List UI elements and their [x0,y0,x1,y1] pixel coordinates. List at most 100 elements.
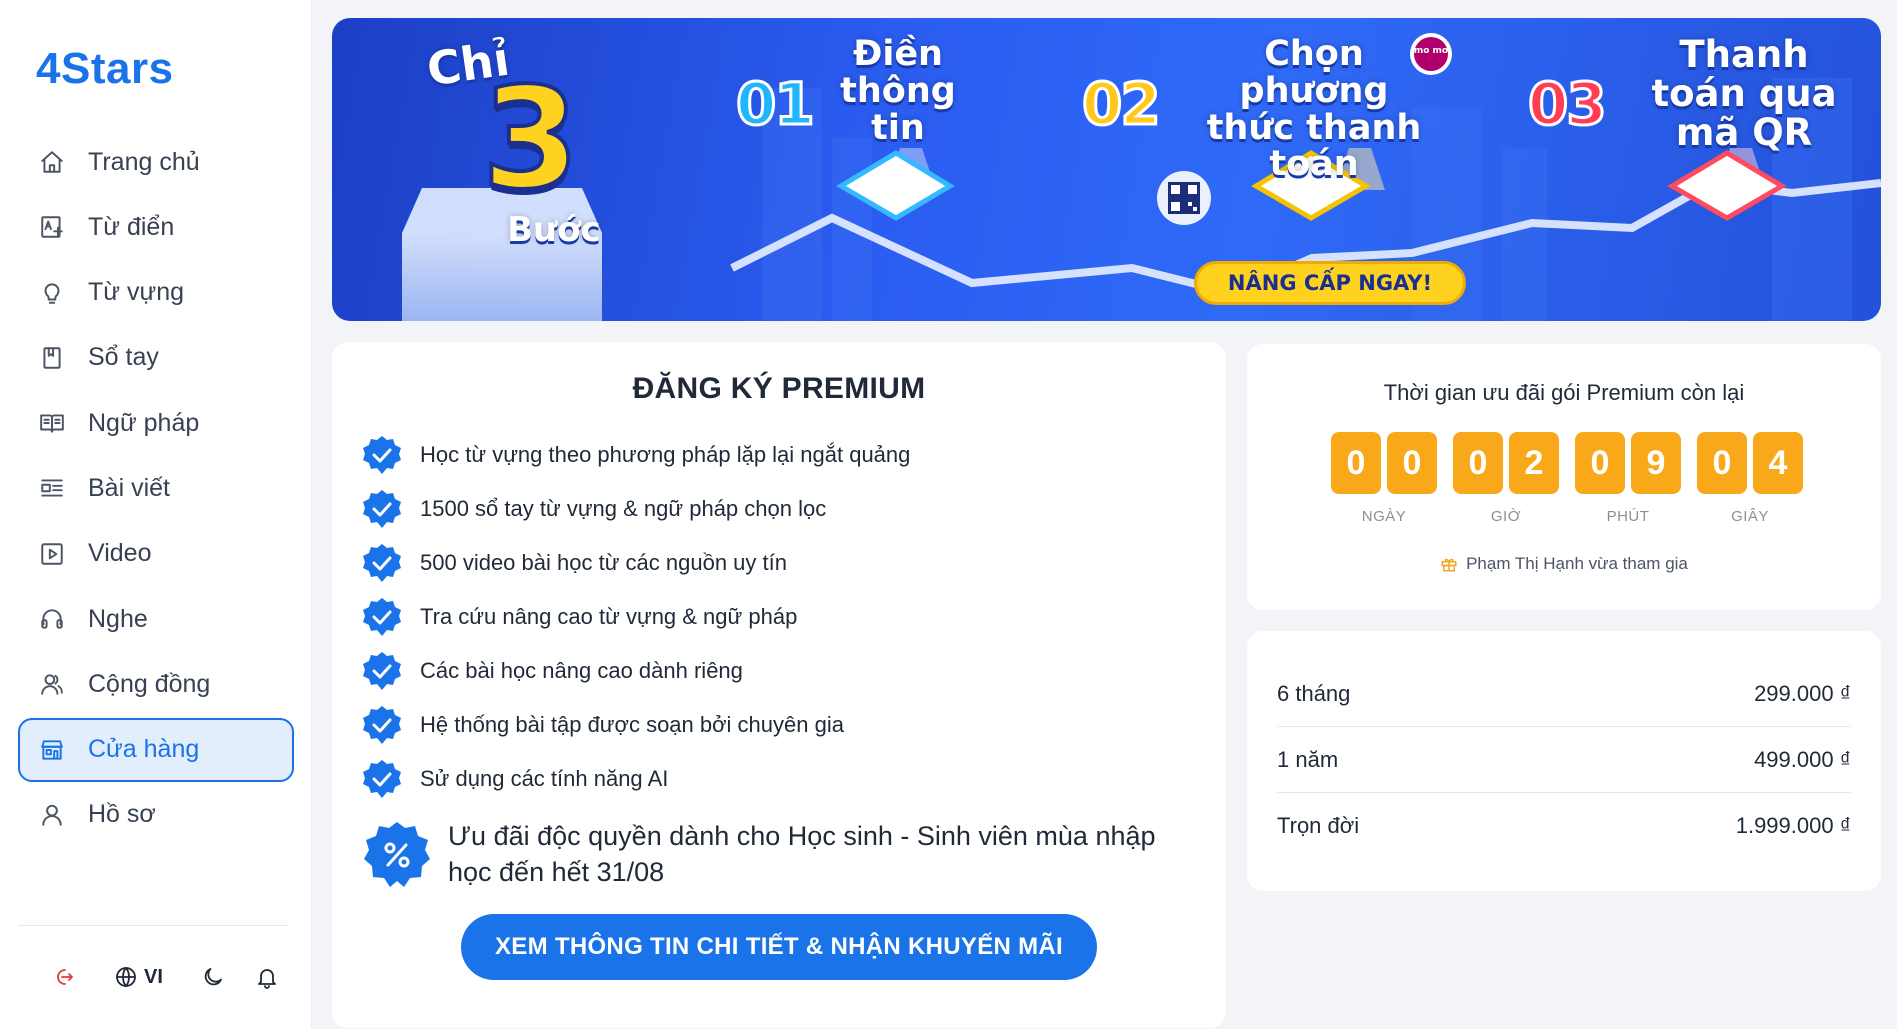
video-icon [38,540,66,568]
benefit-list: Học từ vựng theo phương pháp lặp lại ngắ… [362,428,910,806]
countdown-card: Thời gian ưu đãi gói Premium còn lại 0 0… [1247,344,1881,610]
countdown-digit: 0 [1697,432,1747,494]
theme-toggle-button[interactable] [193,957,233,997]
promo-banner[interactable]: mo mo Chỉ 3 Bước 01 Điền thông tin 02 Ch… [332,18,1881,321]
notifications-button[interactable] [247,957,287,997]
countdown-digit: 9 [1631,432,1681,494]
sidebar-item-vocabulary[interactable]: Từ vựng [18,261,294,325]
sidebar-item-home[interactable]: Trang chủ [18,130,294,194]
step-2-number: 02 [1081,69,1163,140]
user-icon [38,801,66,829]
countdown-digit: 0 [1453,432,1503,494]
sidebar-item-articles[interactable]: Bài viết [18,456,294,520]
notebook-icon [38,344,66,372]
recent-join-notice: Phạm Thị Hạnh vừa tham gia [1247,554,1881,574]
home-icon [38,148,66,176]
lightbulb-icon [38,279,66,307]
sidebar-item-label: Trang chủ [88,147,200,176]
countdown-minutes: 0 9 PHÚT [1575,432,1681,525]
view-details-button[interactable]: XEM THÔNG TIN CHI TIẾT & NHẬN KHUYẾN MÃI [461,914,1097,980]
headphones-icon [38,605,66,633]
check-badge-icon [363,706,401,744]
globe-icon [116,967,136,987]
banner-intro-bottom: Bước [507,210,601,250]
sidebar-item-label: Từ điển [88,212,175,241]
benefit-text: Hệ thống bài tập được soạn bởi chuyên gi… [420,712,844,737]
countdown-digit: 2 [1509,432,1559,494]
benefit-text: 1500 sổ tay từ vựng & ngữ pháp chọn lọc [420,496,827,521]
sidebar-item-label: Sổ tay [88,343,159,372]
countdown-days: 0 0 NGÀY [1331,432,1437,525]
plan-price: 499.000 ₫ [1754,746,1851,772]
sidebar-item-grammar[interactable]: Ngữ pháp [18,391,294,455]
community-icon [38,670,66,698]
sidebar-divider [18,925,289,926]
countdown-digit: 0 [1387,432,1437,494]
sidebar-item-label: Cộng đồng [88,669,211,698]
sidebar-item-profile[interactable]: Hồ sơ [18,783,294,847]
dictionary-icon [38,213,66,241]
language-button[interactable]: VI [114,957,163,997]
benefit-text: Sử dụng các tính năng AI [420,766,669,791]
sidebar-item-label: Hồ sơ [88,800,156,829]
step-3-number: 03 [1527,69,1609,140]
countdown-title: Thời gian ưu đãi gói Premium còn lại [1383,380,1745,405]
check-badge-icon [363,598,401,636]
benefit-text: Học từ vựng theo phương pháp lặp lại ngắ… [420,442,911,467]
pricing-plan-lifetime[interactable]: Trọn đời 1.999.000 ₫ [1277,793,1851,859]
store-icon [38,736,66,764]
countdown-digit: 0 [1331,432,1381,494]
countdown-digit: 0 [1575,432,1625,494]
upgrade-now-button[interactable]: NÂNG CẤP NGAY! [1194,261,1466,305]
sidebar-item-listening[interactable]: Nghe [18,587,294,651]
sidebar-item-label: Bài viết [88,473,170,502]
sidebar-item-community[interactable]: Cộng đồng [18,652,294,716]
check-badge-icon [363,436,401,474]
list-item: 1500 sổ tay từ vựng & ngữ pháp chọn lọc [362,482,910,536]
moon-icon [204,968,222,986]
sidebar-item-label: Ngữ pháp [88,408,200,437]
plan-price: 1.999.000 ₫ [1735,813,1851,838]
sidebar-item-video[interactable]: Video [18,522,294,586]
recent-join-text: Phạm Thị Hạnh vừa tham gia [1466,554,1688,573]
sidebar-item-label: Video [88,539,152,568]
countdown-label: GIỜ [1490,508,1522,525]
countdown-label: NGÀY [1361,508,1407,525]
benefit-text: 500 video bài học từ các nguồn uy tín [420,550,787,575]
sidebar-item-label: Từ vựng [88,278,184,307]
sidebar: 4Stars Trang chủ Từ điển Từ vựng Sổ tay … [0,0,312,1029]
logout-button[interactable] [38,957,88,997]
countdown-label: GIÂY [1731,508,1769,525]
step-2-text: Chọn phương thức thanh toán [1206,34,1422,185]
app-logo[interactable]: 4Stars [36,44,174,94]
pricing-plan-6-months[interactable]: 6 tháng 299.000 ₫ [1277,661,1851,727]
pricing-plan-1-year[interactable]: 1 năm 499.000 ₫ [1277,727,1851,793]
benefit-text: Tra cứu nâng cao từ vựng & ngữ pháp [420,604,798,629]
offer-text: Ưu đãi độc quyền dành cho Học sinh - Sin… [448,821,1156,888]
countdown-label: PHÚT [1606,508,1650,525]
step-1-text: Điền thông tin [840,34,956,148]
gift-icon [1441,558,1457,572]
step-1-number: 01 [735,69,817,140]
pricing-list: 6 tháng 299.000 ₫ 1 năm 499.000 ₫ Trọn đ… [1277,661,1851,859]
premium-card: ĐĂNG KÝ PREMIUM Học từ vựng theo phương … [332,342,1226,1028]
check-badge-icon [363,760,401,798]
pricing-card: 6 tháng 299.000 ₫ 1 năm 499.000 ₫ Trọn đ… [1247,631,1881,891]
sidebar-item-notebook[interactable]: Sổ tay [18,326,294,390]
sidebar-item-dictionary[interactable]: Từ điển [18,195,294,259]
list-item: Sử dụng các tính năng AI [362,752,910,806]
sidebar-item-label: Nghe [88,604,148,633]
discount-badge-icon [364,822,430,887]
check-badge-icon [363,544,401,582]
sidebar-item-store[interactable]: Cửa hàng [18,717,294,782]
check-badge-icon [363,490,401,528]
plan-name: Trọn đời [1277,813,1360,838]
list-item: Các bài học nâng cao dành riêng [362,644,910,698]
step-3-text: Thanh toán qua mã QR [1651,33,1837,154]
list-item: Hệ thống bài tập được soạn bởi chuyên gi… [362,698,910,752]
benefit-text: Các bài học nâng cao dành riêng [420,658,743,683]
check-badge-icon [363,652,401,690]
plan-name: 6 tháng [1277,680,1351,706]
countdown-timer: 0 0 NGÀY 0 2 GIỜ 0 9 PHÚT 0 4 GIÂY [1331,432,1819,525]
article-icon [38,474,66,502]
